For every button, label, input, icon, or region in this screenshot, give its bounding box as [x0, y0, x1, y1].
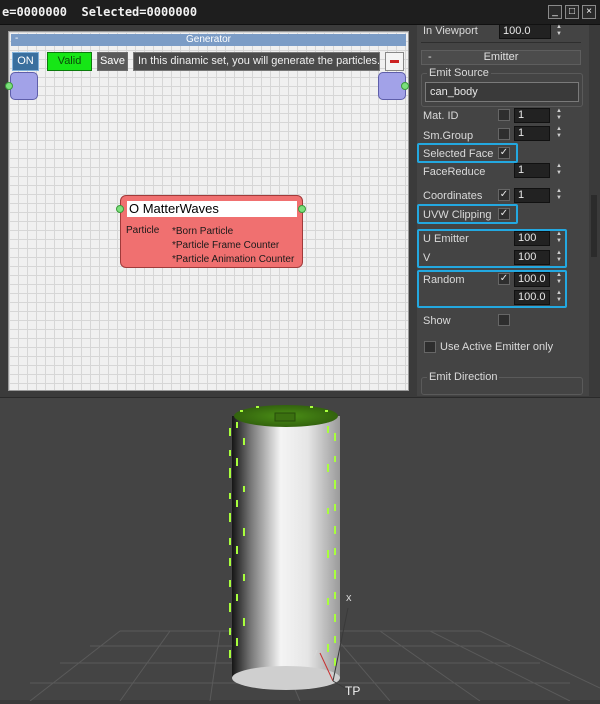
- node-output-port-icon[interactable]: [298, 205, 306, 213]
- emit-source-field[interactable]: can_body: [425, 82, 579, 102]
- generator-title: Generator: [185, 34, 232, 45]
- u-emitter-spinner-icon[interactable]: ▲ ▼: [555, 231, 563, 246]
- uvw-clipping-checkbox[interactable]: ✓: [498, 208, 510, 220]
- panel-scrollbar[interactable]: [589, 25, 600, 396]
- node-output-item: *Born Particle: [172, 226, 234, 237]
- uvw-clipping-label: UVW Clipping: [423, 209, 492, 221]
- generator-editor[interactable]: - Generator ON Valid Save In this dinami…: [5, 31, 409, 391]
- in-viewport-spinner-icon[interactable]: ▲ ▼: [555, 24, 563, 39]
- u-emitter-label: U Emitter: [423, 233, 469, 245]
- coordinates-spinner-icon[interactable]: ▲ ▼: [555, 188, 563, 203]
- random-label: Random: [423, 274, 465, 286]
- v-input[interactable]: 100: [514, 250, 550, 265]
- use-active-emitter-checkbox[interactable]: [424, 341, 436, 353]
- in-viewport-label: In Viewport: [423, 25, 478, 37]
- face-reduce-label: FaceReduce: [423, 166, 486, 178]
- window-title: e=0000000 Selected=0000000: [2, 5, 198, 19]
- mat-id-spinner-icon[interactable]: ▲ ▼: [555, 108, 563, 123]
- sm-group-input[interactable]: 1: [514, 126, 550, 141]
- u-emitter-input[interactable]: 100: [514, 231, 550, 246]
- random-checkbox[interactable]: ✓: [498, 273, 510, 285]
- tp-label: TP: [345, 684, 361, 698]
- axis-x-label: x: [346, 592, 352, 604]
- valid-button[interactable]: Valid: [47, 52, 92, 71]
- minimize-button[interactable]: _: [548, 5, 562, 19]
- coordinates-input[interactable]: 1: [514, 188, 550, 203]
- mat-id-input[interactable]: 1: [514, 108, 550, 123]
- scrollbar-thumb[interactable]: [591, 195, 597, 257]
- node-output-list: *Born Particle *Particle Frame Counter *…: [172, 225, 294, 267]
- save-button[interactable]: Save: [97, 52, 128, 71]
- selected-face-checkbox[interactable]: ✓: [498, 147, 510, 159]
- window-titlebar: e=0000000 Selected=0000000 _ □ ×: [0, 0, 600, 25]
- in-viewport-input[interactable]: 100.0: [499, 24, 551, 39]
- close-button[interactable]: ×: [582, 5, 596, 19]
- show-checkbox[interactable]: [498, 314, 510, 326]
- face-reduce-spinner-icon[interactable]: ▲ ▼: [555, 163, 563, 178]
- remove-icon[interactable]: [385, 52, 404, 71]
- generator-header[interactable]: - Generator: [11, 33, 406, 46]
- maximize-button[interactable]: □: [565, 5, 579, 19]
- can-body-mesh[interactable]: [232, 405, 340, 690]
- divider: [421, 42, 581, 43]
- emit-direction-label: Emit Direction: [427, 371, 500, 383]
- random-spinner-1-icon[interactable]: ▲ ▼: [555, 272, 563, 287]
- node-particle-label: Particle: [126, 225, 160, 236]
- mat-id-checkbox[interactable]: [498, 109, 510, 121]
- input-port-dot-icon[interactable]: [5, 82, 13, 90]
- on-button[interactable]: ON: [12, 52, 39, 71]
- matterwaves-node[interactable]: O MatterWaves Particle *Born Particle *P…: [116, 195, 306, 268]
- emitter-rollout-header[interactable]: - Emitter: [421, 50, 581, 65]
- random-spinner-2-icon[interactable]: ▲ ▼: [555, 290, 563, 305]
- node-title: O MatterWaves: [127, 201, 297, 217]
- emitter-title: Emitter: [483, 51, 519, 63]
- sm-group-spinner-icon[interactable]: ▲ ▼: [555, 126, 563, 141]
- selected-face-label: Selected Face: [423, 148, 494, 160]
- node-output-item: *Particle Animation Counter: [172, 254, 295, 265]
- face-reduce-input[interactable]: 1: [514, 163, 550, 178]
- v-spinner-icon[interactable]: ▲ ▼: [555, 250, 563, 265]
- input-port-box[interactable]: [10, 72, 38, 100]
- sm-group-label: Sm.Group: [423, 130, 474, 142]
- show-label: Show: [423, 315, 451, 327]
- coordinates-label: Coordinates: [423, 190, 483, 202]
- node-output-item: *Particle Frame Counter: [172, 240, 280, 251]
- viewport-scene[interactable]: [0, 398, 600, 702]
- random-input-2[interactable]: 100.0: [514, 290, 550, 305]
- random-input-1[interactable]: 100.0: [514, 272, 550, 287]
- node-input-port-icon[interactable]: [116, 205, 124, 213]
- emit-source-label: Emit Source: [427, 67, 491, 79]
- axis-y-label: y: [312, 647, 318, 659]
- coordinates-checkbox[interactable]: ✓: [498, 189, 510, 201]
- description-field[interactable]: In this dinamic set, you will generate t…: [133, 52, 380, 71]
- sm-group-checkbox[interactable]: [498, 128, 510, 140]
- v-label: V: [423, 252, 431, 264]
- mat-id-label: Mat. ID: [423, 110, 459, 122]
- 3d-viewport[interactable]: y x TP: [0, 397, 600, 702]
- output-port-dot-icon[interactable]: [401, 82, 409, 90]
- use-active-emitter-label: Use Active Emitter only: [440, 341, 554, 353]
